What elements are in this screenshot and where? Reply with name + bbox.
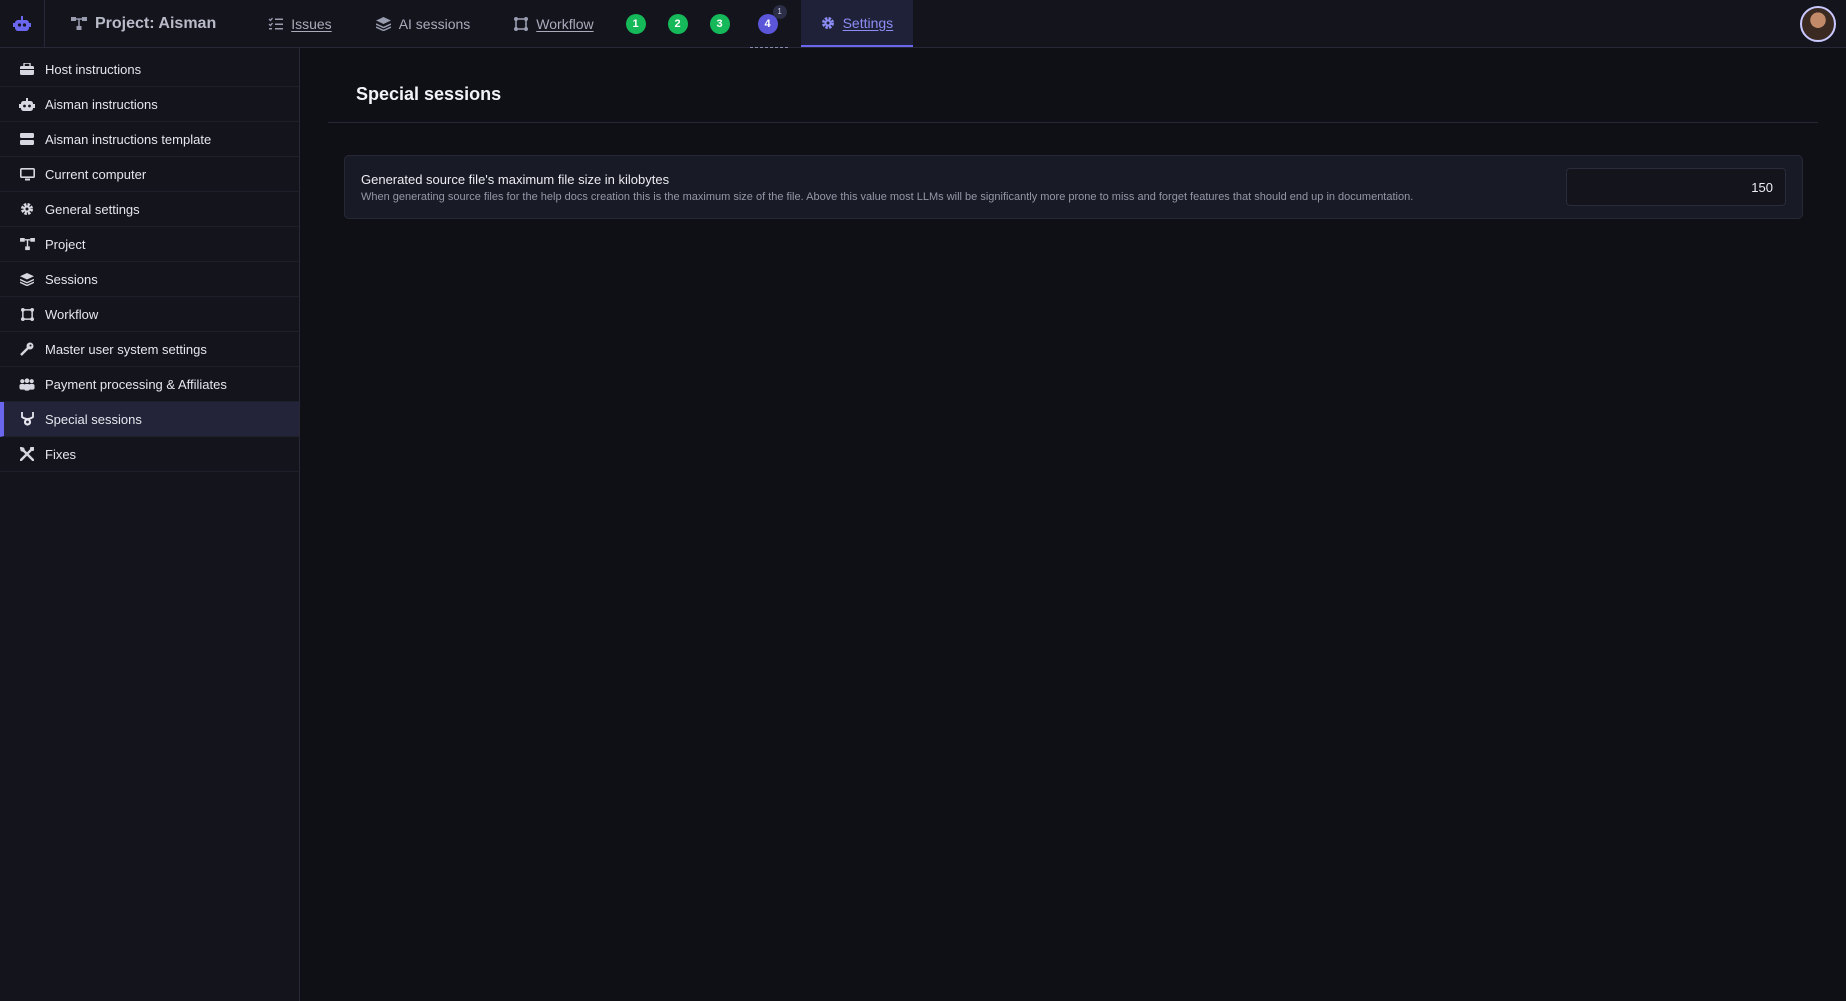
workflow-icon: [19, 306, 35, 322]
robot-logo-icon: [13, 15, 31, 31]
session-badges: 1 2 3 4 1: [625, 4, 788, 48]
sidebar-item-label: Workflow: [45, 306, 99, 322]
session-badge-3[interactable]: 3: [709, 13, 730, 34]
tools-icon: [19, 446, 35, 462]
sidebar-item-label: Project: [45, 236, 86, 252]
session-badge-4[interactable]: 4 1: [757, 4, 787, 34]
session-badge-2[interactable]: 2: [667, 13, 688, 34]
sidebar-item-special-sessions[interactable]: Special sessions: [0, 402, 299, 437]
sidebar-item-workflow[interactable]: Workflow: [0, 297, 299, 332]
sidebar-item-project[interactable]: Project: [0, 227, 299, 262]
nav-project[interactable]: Project: Aisman: [45, 0, 246, 47]
list-check-icon: [268, 17, 284, 30]
session-badge-4-count: 1: [772, 4, 787, 19]
workflow-icon: [514, 16, 529, 31]
sidebar-item-fixes[interactable]: Fixes: [0, 437, 299, 472]
sidebar-item-label: Host instructions: [45, 61, 142, 77]
nav-project-label: Project: Aisman: [95, 14, 217, 32]
sidebar-item-aisman-instructions-template[interactable]: Aisman instructions template: [0, 122, 299, 157]
server-icon: [19, 61, 35, 77]
gear-icon: [19, 201, 35, 217]
session-badge-4-label: 4: [764, 17, 771, 30]
sidebar-item-label: Aisman instructions template: [45, 131, 212, 147]
sidebar-item-label: Payment processing & Affiliates: [45, 376, 227, 392]
app-logo[interactable]: [0, 0, 45, 47]
monitor-icon: [19, 166, 35, 182]
layers-icon: [19, 271, 35, 287]
sidebar-item-label: Current computer: [45, 166, 147, 182]
robot-icon: [19, 96, 35, 112]
nav-workflow[interactable]: Workflow: [492, 0, 615, 47]
session-badge-1[interactable]: 1: [625, 13, 646, 34]
sidebar-item-label: Special sessions: [45, 411, 142, 427]
sidebar-item-sessions[interactable]: Sessions: [0, 262, 299, 297]
nav-settings[interactable]: Settings: [800, 0, 914, 47]
sidebar-item-host-instructions[interactable]: Host instructions: [0, 52, 299, 87]
sidebar-item-label: Sessions: [45, 271, 98, 287]
sidebar-item-general-settings[interactable]: General settings: [0, 192, 299, 227]
layers-icon: [375, 16, 391, 31]
nav-issues-label: Issues: [291, 15, 332, 32]
sidebar-item-master-user-system-settings[interactable]: Master user system settings: [0, 332, 299, 367]
setting-label: Generated source file's maximum file siz…: [361, 171, 670, 187]
session-badge-4-wrap: 4 1: [749, 4, 788, 48]
settings-sidebar: Host instructions Aisman instructions Ai…: [0, 48, 300, 1001]
sidebar-item-label: General settings: [45, 201, 140, 217]
nav-ai-sessions[interactable]: AI sessions: [354, 0, 493, 47]
sidebar-item-label: Aisman instructions: [45, 96, 158, 112]
top-nav: Project: Aisman Issues AI sessions Workf…: [0, 0, 1846, 48]
sidebar-item-label: Fixes: [45, 446, 77, 462]
setting-description: When generating source files for the hel…: [361, 190, 1414, 203]
nav-settings-label: Settings: [842, 14, 894, 31]
key-icon: [19, 341, 35, 357]
project-icon: [19, 236, 35, 252]
setting-text: Generated source file's maximum file siz…: [361, 172, 1413, 203]
sidebar-item-aisman-instructions[interactable]: Aisman instructions: [0, 87, 299, 122]
users-icon: [19, 376, 35, 392]
user-avatar[interactable]: [1800, 6, 1836, 42]
max-file-size-input[interactable]: [1566, 168, 1786, 206]
gear-icon: [821, 16, 834, 29]
nav-issues[interactable]: Issues: [246, 0, 353, 47]
nav-workflow-label: Workflow: [536, 15, 594, 32]
sidebar-item-label: Master user system settings: [45, 341, 207, 357]
special-icon: [19, 411, 35, 427]
page-title: Special sessions: [356, 84, 502, 104]
project-icon: [71, 16, 87, 30]
title-divider: [328, 122, 1818, 123]
sidebar-item-current-computer[interactable]: Current computer: [0, 157, 299, 192]
nav-ai-sessions-label: AI sessions: [398, 15, 471, 32]
sidebar-item-payment-processing[interactable]: Payment processing & Affiliates: [0, 367, 299, 402]
database-icon: [19, 131, 35, 147]
setting-card-max-file-size: Generated source file's maximum file siz…: [344, 155, 1803, 219]
main-content: Special sessions Generated source file's…: [328, 48, 1818, 219]
